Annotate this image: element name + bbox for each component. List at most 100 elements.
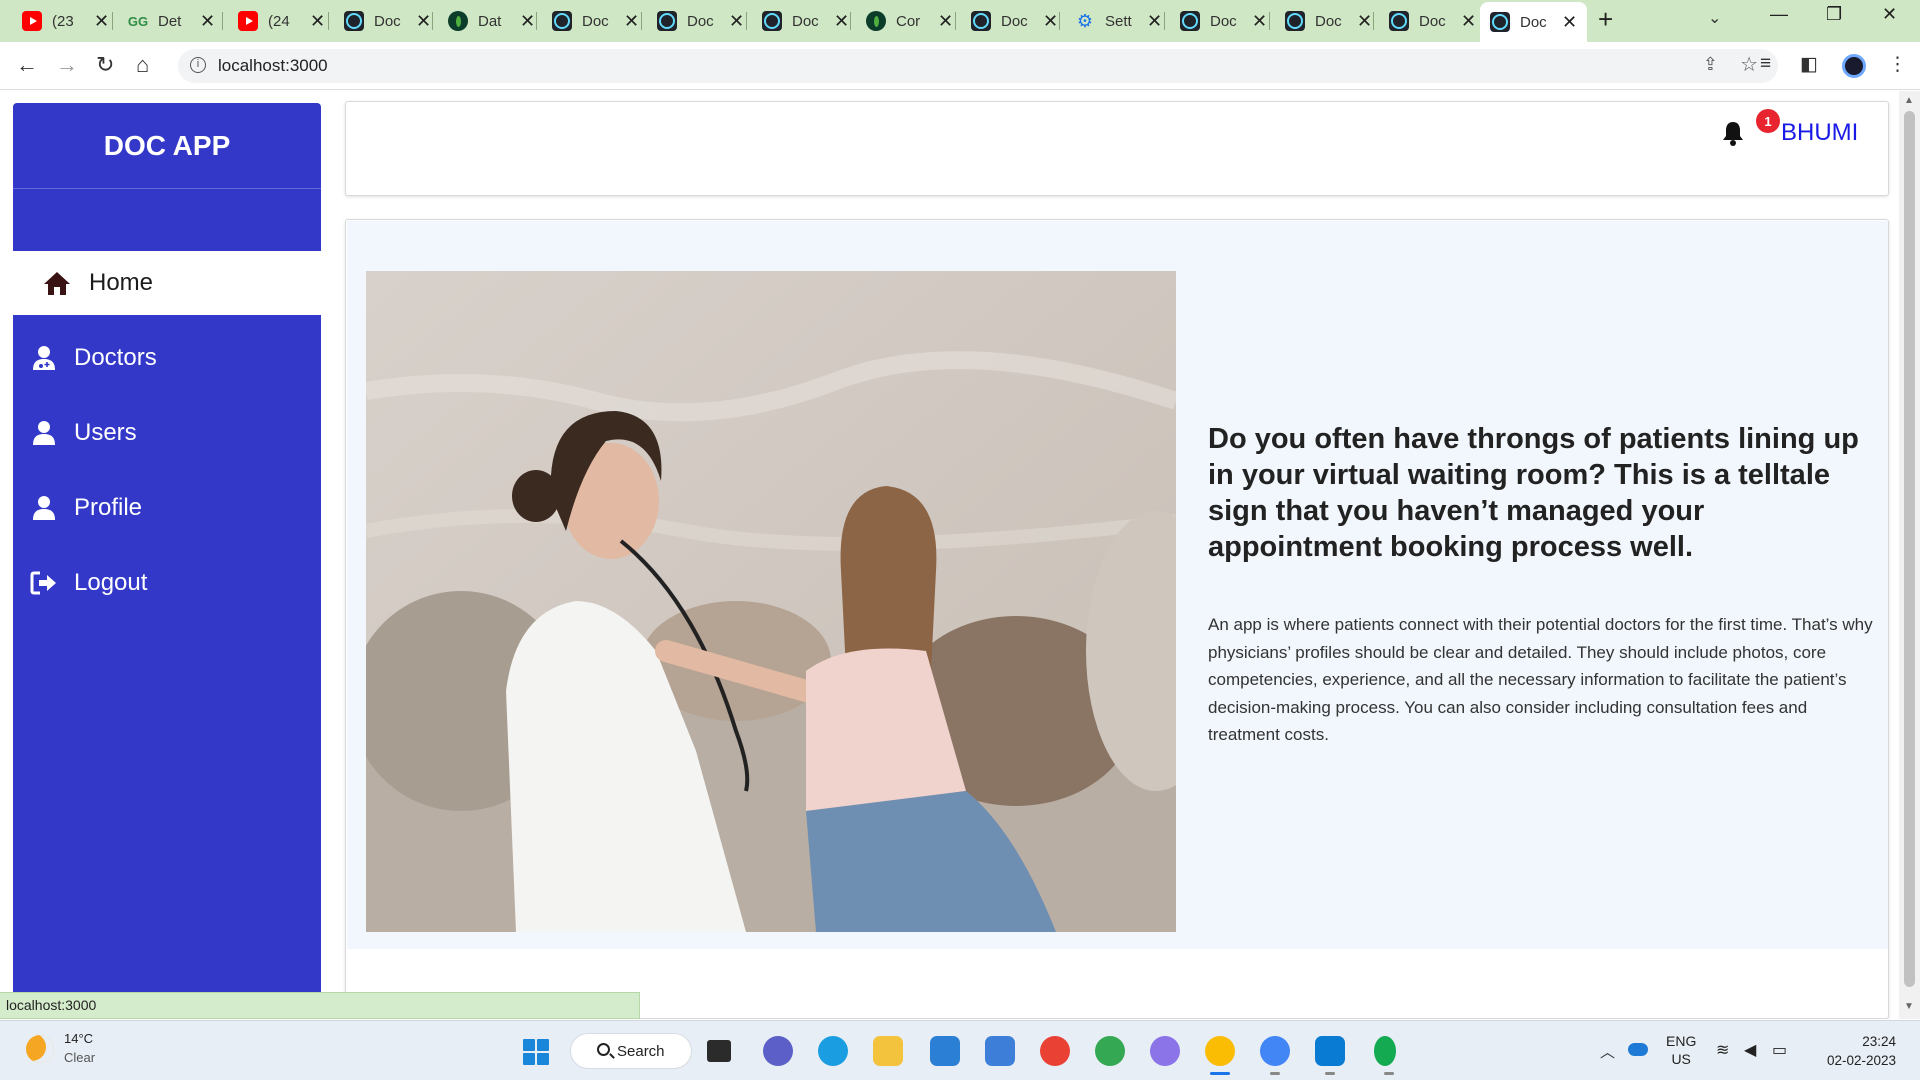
chrome-profile-icon[interactable] [1040,1036,1070,1066]
close-tab-icon[interactable]: ✕ [200,11,215,32]
task-view-icon[interactable] [707,1040,731,1062]
page-scrollbar[interactable]: ▲ ▼ [1899,91,1920,1019]
taskbar-search-button[interactable]: Search [570,1033,692,1069]
close-tab-icon[interactable]: ✕ [310,11,325,32]
close-tab-icon[interactable]: ✕ [1252,11,1267,32]
browser-tab[interactable]: ⚙ Sett ✕ [1065,2,1172,40]
back-arrow-icon[interactable]: ← [16,52,38,78]
microsoft-store-icon[interactable] [930,1036,960,1066]
close-tab-icon[interactable]: ✕ [416,11,431,32]
address-bar[interactable]: i localhost:3000 ⇪ ☆ [178,49,1778,83]
new-tab-icon[interactable]: + [1598,4,1613,35]
start-menu-windows-icon[interactable] [523,1039,549,1065]
close-tab-icon[interactable]: ✕ [834,11,849,32]
close-window-icon[interactable]: ✕ [1882,4,1897,25]
browser-tab[interactable]: Doc ✕ [647,2,754,40]
onedrive-cloud-icon[interactable] [1628,1043,1648,1056]
copilot-icon[interactable] [1150,1036,1180,1066]
page-viewport: DOC APP Home Doctors Users Profile Logou… [0,91,1899,1019]
browser-tab[interactable]: Doc ✕ [542,2,649,40]
sidebar-item-home[interactable]: Home [13,251,321,315]
profile-avatar[interactable] [1842,54,1866,78]
close-tab-icon[interactable]: ✕ [1147,11,1162,32]
menu-kebab-icon[interactable]: ⋮ [1888,53,1907,76]
browser-tab[interactable]: Doc ✕ [1275,2,1382,40]
tab-search-chevron-icon[interactable]: ⌄ [1708,8,1721,28]
browser-tab[interactable]: Doc ✕ [1379,2,1486,40]
browser-tab[interactable]: (24 ✕ [228,2,335,40]
minimize-icon[interactable]: — [1770,4,1788,25]
weather-temperature[interactable]: 14°C [64,1031,93,1046]
browser-tab[interactable]: Cor ✕ [856,2,963,40]
tab-title: Dat [478,12,502,30]
system-clock[interactable]: 23:24 02-02-2023 [1818,1032,1896,1070]
user-doctor-icon [30,344,58,372]
app-header: 1 BHUMI [345,101,1889,196]
bookmark-star-icon[interactable]: ☆ [1740,52,1758,77]
share-icon[interactable]: ⇪ [1703,54,1718,75]
mongodb-compass-icon[interactable] [1374,1036,1396,1075]
home-icon [43,269,71,297]
side-panel-icon[interactable]: ◧ [1800,53,1818,76]
weather-moon-icon[interactable] [26,1035,54,1063]
browser-tab-active[interactable]: Doc ✕ [1480,2,1588,42]
sidebar-item-profile[interactable]: Profile [13,476,321,540]
sidebar-item-label: Home [89,269,154,296]
scroll-up-arrow-icon[interactable]: ▲ [1904,95,1914,106]
forward-arrow-icon[interactable]: → [56,52,78,78]
chrome-active-icon[interactable] [1205,1036,1235,1075]
browser-tab[interactable]: Doc ✕ [961,2,1068,40]
teams-chat-icon[interactable] [763,1036,793,1066]
close-tab-icon[interactable]: ✕ [624,11,639,32]
file-explorer-icon[interactable] [873,1036,903,1066]
browser-tab[interactable]: Doc ✕ [752,2,859,40]
user-icon [30,419,58,447]
reload-icon[interactable]: ↻ [96,52,114,78]
url-text[interactable]: localhost:3000 [218,56,328,76]
scrollbar-thumb[interactable] [1904,111,1915,987]
browser-tab[interactable]: (23 ✕ [12,2,119,40]
reading-list-icon[interactable]: ≡ [1760,53,1771,75]
clock-time: 23:24 [1862,1034,1896,1049]
sidebar-item-doctors[interactable]: Doctors [13,326,321,390]
sidebar-item-label: Logout [74,569,148,596]
vscode-icon[interactable] [1315,1036,1345,1075]
close-tab-icon[interactable]: ✕ [938,11,953,32]
sidebar-item-logout[interactable]: Logout [13,551,321,615]
notification-bell-icon[interactable] [1719,119,1747,147]
mail-icon[interactable] [985,1036,1015,1066]
volume-icon[interactable]: ◀ [1744,1040,1756,1060]
mongodb-icon [448,11,468,31]
language-indicator[interactable]: ENG US [1666,1032,1696,1068]
scroll-down-arrow-icon[interactable]: ▼ [1904,1001,1914,1012]
chrome-profile-icon[interactable] [1095,1036,1125,1066]
browser-tab[interactable]: Doc ✕ [334,2,441,40]
sidebar-item-users[interactable]: Users [13,401,321,465]
site-info-icon[interactable]: i [190,57,206,73]
browser-tab[interactable]: GG Det ✕ [118,2,225,40]
browser-tab[interactable]: Doc ✕ [1170,2,1277,40]
tab-title: (24 [268,12,290,30]
close-tab-icon[interactable]: ✕ [729,11,744,32]
username-link[interactable]: BHUMI [1781,119,1858,147]
show-hidden-icons-chevron-icon[interactable]: ︿ [1600,1041,1615,1062]
close-tab-icon[interactable]: ✕ [520,11,535,32]
edge-browser-icon[interactable] [818,1036,848,1066]
close-tab-icon[interactable]: ✕ [1357,11,1372,32]
chrome-profile-icon[interactable] [1260,1036,1290,1075]
clock-date: 02-02-2023 [1826,1053,1896,1068]
tab-title: Doc [1419,12,1446,30]
close-tab-icon[interactable]: ✕ [94,11,109,32]
close-tab-icon[interactable]: ✕ [1461,11,1476,32]
close-tab-icon[interactable]: ✕ [1562,12,1577,33]
browser-tab[interactable]: Dat ✕ [438,2,545,40]
weather-condition[interactable]: Clear [64,1050,95,1065]
battery-icon[interactable]: ▭ [1772,1040,1787,1060]
youtube-icon [22,11,42,31]
sidebar-menu: Home Doctors Users Profile Logout [13,251,321,626]
wifi-icon[interactable]: ≋ [1716,1040,1729,1060]
restore-icon[interactable]: ❐ [1826,4,1842,25]
geeksforgeeks-icon: GG [127,13,149,29]
close-tab-icon[interactable]: ✕ [1043,11,1058,32]
home-button-icon[interactable]: ⌂ [136,52,149,78]
